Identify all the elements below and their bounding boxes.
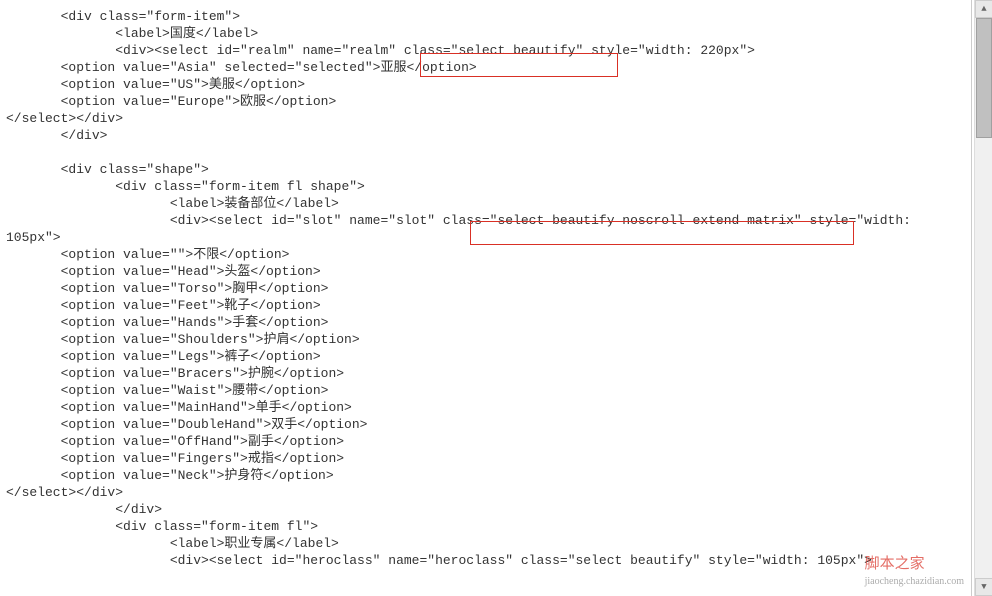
code-content: <div class="form-item"> <label>国度</label…: [0, 0, 971, 569]
watermark: 脚本之家 jiaocheng.chazidian.com: [865, 556, 964, 590]
code-viewport: <div class="form-item"> <label>国度</label…: [0, 0, 972, 596]
scrollbar-thumb[interactable]: [976, 18, 992, 138]
scroll-down-arrow-icon[interactable]: ▼: [975, 578, 992, 596]
watermark-sub: jiaocheng.chazidian.com: [865, 573, 964, 590]
vertical-scrollbar[interactable]: ▲ ▼: [974, 0, 992, 596]
watermark-main: 脚本之家: [865, 556, 925, 572]
scroll-up-arrow-icon[interactable]: ▲: [975, 0, 992, 18]
